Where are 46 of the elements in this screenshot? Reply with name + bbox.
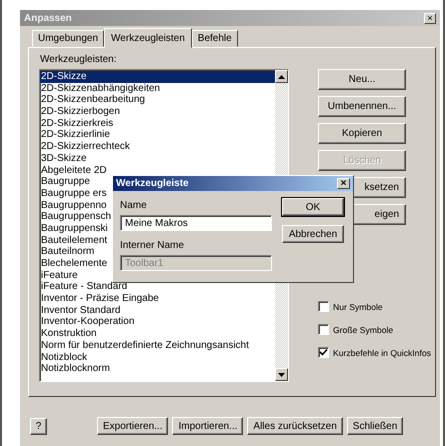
toolbar-button[interactable]: Neu... [318, 69, 406, 90]
list-item[interactable]: 2D-Skizzierrechteck [40, 141, 275, 153]
list-item[interactable]: Konstruktion [40, 328, 275, 340]
list-item[interactable]: 2D-Skizzierlinie [40, 129, 275, 142]
footer-button[interactable]: Exportieren... [97, 417, 168, 435]
dialog-title: Werkzeugleiste [116, 178, 189, 189]
footer-button[interactable]: Schließen [346, 417, 404, 435]
list-item[interactable]: 3D-Skizze [40, 152, 275, 164]
list-item[interactable]: Notizblocknorm [40, 363, 275, 375]
checkbox[interactable] [318, 301, 329, 312]
footer-button[interactable]: Importieren... [172, 417, 244, 435]
field-label: Name [120, 200, 148, 211]
list-item[interactable]: iFeature - Standard [40, 281, 275, 294]
list-item[interactable]: Inventor - Präzise Eingabe [40, 293, 275, 305]
list-item[interactable]: Inventor Standard [40, 304, 275, 316]
help-button[interactable]: ? [30, 418, 47, 434]
close-button[interactable]: × [424, 12, 436, 24]
list-item[interactable]: Abgeleitete 2D [40, 164, 275, 176]
list-item[interactable]: 2D-Skizzenbearbeitung [40, 94, 275, 106]
checkbox[interactable] [318, 324, 329, 335]
dialog-button[interactable]: Abbrechen [282, 225, 344, 243]
close-button[interactable]: × [337, 178, 350, 189]
toolbar-button[interactable]: Umbenennen... [318, 96, 406, 117]
down-arrow-icon [278, 372, 285, 376]
list-item[interactable]: 2D-Skizzierbogen [40, 106, 275, 118]
tab[interactable]: Befehle [192, 30, 238, 47]
field-label: Interner Name [120, 240, 185, 251]
checkbox-label: Kurzbefehle in QuickInfos [333, 348, 431, 358]
name-field[interactable]: Meine Makros [120, 215, 272, 231]
list-item[interactable]: Norm für benutzerdefinierte Zeichnungsansicht [40, 340, 275, 352]
list-item[interactable]: 2D-Skizzierkreis [40, 118, 275, 130]
window-title: Anpassen [24, 12, 72, 24]
dialog-button[interactable]: OK [282, 198, 344, 216]
list-item[interactable]: Notizblock [40, 352, 275, 364]
checkbox-label: Nur Symbole [333, 302, 383, 312]
list-item[interactable]: 2D-Skizze [40, 71, 275, 83]
checkbox-label: Große Symbole [333, 324, 394, 334]
list-item[interactable]: 2D-Skizzenabhängigkeiten [40, 82, 275, 94]
footer-button[interactable]: Alles zurücksetzen [247, 417, 343, 435]
tab[interactable]: Umgebungen [32, 30, 104, 47]
list-label: Werkzeugleisten: [40, 54, 118, 65]
tab[interactable]: Werkzeugleisten [104, 28, 192, 48]
toolbar-button[interactable]: Kopieren [318, 123, 406, 144]
checkbox[interactable] [318, 347, 329, 358]
up-arrow-icon [278, 74, 285, 78]
list-item[interactable]: Inventor-Kooperation [40, 316, 275, 328]
